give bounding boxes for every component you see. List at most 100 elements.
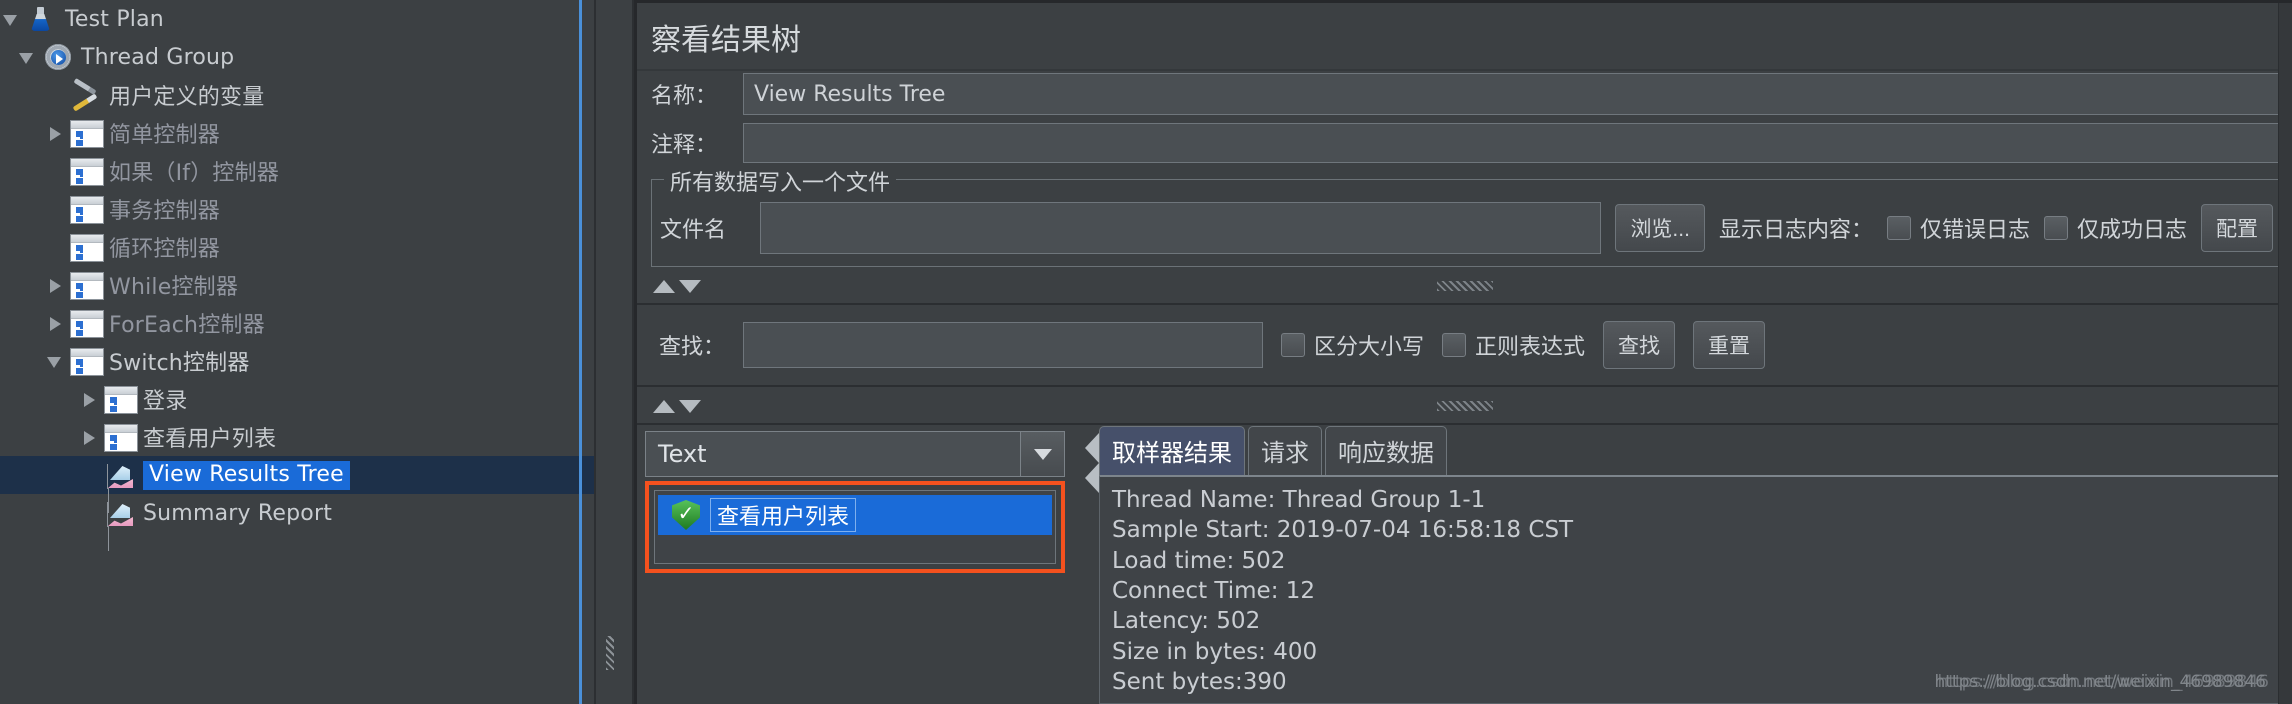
regex-checkbox[interactable] [1442,333,1467,357]
tree-node-5[interactable]: 事务控制器 [0,190,594,228]
tree-node-11[interactable]: 查看用户列表 [0,418,594,456]
comment-input[interactable] [743,123,2286,163]
configure-button[interactable]: 配置 [2201,204,2273,252]
result-tabs[interactable]: 取样器结果 请求 响应数据 [1099,426,2292,475]
tree-node-13[interactable]: Summary Report [0,494,594,532]
split-grip-dots-2[interactable] [1436,401,1493,411]
watermark: https://blog.csdn.net/weixin_46989846 ht… [1934,672,2269,692]
listener-icon [104,460,138,490]
chevron-right-icon[interactable] [44,114,70,152]
sampler-result-body[interactable]: Thread Name: Thread Group 1-1 Sample Star… [1099,475,2284,704]
twisty-spacer [44,228,70,266]
errors-only-checkbox[interactable] [1886,216,1911,240]
chevron-down-icon[interactable] [16,38,42,76]
collapse-up-icon[interactable] [653,279,675,293]
controller-icon [70,233,104,262]
results-tree-list[interactable]: 查看用户列表 [654,490,1056,564]
case-sensitive-checkbox[interactable] [1281,333,1306,357]
twisty-spacer [44,190,70,228]
reset-button[interactable]: 重置 [1693,321,1766,369]
split-grip-dots[interactable] [1436,281,1493,291]
collapse-down-icon-2[interactable] [679,399,701,413]
write-all-data-group-title: 所有数据写入一个文件 [664,165,897,197]
success-shield-icon [672,500,700,530]
case-sensitive-label: 区分大小写 [1314,335,1425,360]
chevron-right-icon[interactable] [78,380,104,418]
tree-node-label: Test Plan [65,6,164,32]
tree-node-label: 事务控制器 [109,199,221,224]
tab-0[interactable]: 取样器结果 [1099,426,1245,475]
browse-button[interactable]: 浏览... [1615,204,1705,252]
name-input[interactable]: View Results Tree [743,73,2286,115]
tree-node-3[interactable]: 简单控制器 [0,114,594,152]
tree-node-label: Summary Report [143,500,333,526]
controller-icon [70,119,104,148]
tree-node-6[interactable]: 循环控制器 [0,228,594,266]
filename-input[interactable] [760,202,1602,254]
chevron-down-icon[interactable] [44,342,70,380]
collapse-up-icon-2[interactable] [653,399,675,413]
tree-node-4[interactable]: 如果（If）控制器 [0,152,594,190]
split-grip-handle[interactable] [606,636,614,670]
tree-node-0[interactable]: Test Plan [0,0,594,38]
vertical-scrollbar[interactable] [2278,3,2292,704]
controller-icon [70,309,104,338]
results-list-column: Text 查看用户列表 [637,425,1099,704]
controller-icon [70,157,104,186]
success-only-label: 仅成功日志 [2076,218,2187,243]
lower-split-bar[interactable] [637,389,2292,423]
twisty-spacer [44,152,70,190]
search-input[interactable] [743,322,1264,368]
chevron-down-icon[interactable] [1020,432,1064,476]
result-list-item[interactable]: 查看用户列表 [658,495,1052,535]
chevron-down-icon[interactable] [0,0,26,38]
page-title: 察看结果树 [651,23,801,58]
find-button[interactable]: 查找 [1603,321,1676,369]
errors-only-label: 仅错误日志 [1919,218,2030,243]
comment-label: 注释： [651,133,718,158]
controller-icon [70,347,104,376]
tree-node-9[interactable]: Switch控制器 [0,342,594,380]
flask-icon [26,4,60,34]
vertical-split-divider[interactable] [594,0,634,704]
tree-node-label: Switch控制器 [109,351,250,376]
collapse-down-icon[interactable] [679,279,701,293]
tab-1[interactable]: 请求 [1248,426,1322,475]
errors-only-checkbox-row[interactable]: 仅错误日志 [1886,212,2030,244]
comment-row: 注释： [637,119,2292,169]
tree-node-7[interactable]: While控制器 [0,266,594,304]
view-results-tree-panel: 察看结果树 名称： View Results Tree 注释： 所有数据写入一个… [634,0,2292,704]
case-sensitive-row[interactable]: 区分大小写 [1281,329,1424,361]
chevron-right-icon[interactable] [44,266,70,304]
tree-node-1[interactable]: Thread Group [0,38,594,76]
listener-icon [104,498,138,528]
regex-row[interactable]: 正则表达式 [1442,329,1585,361]
test-plan-tree[interactable]: Test Plan Thread Group 用户定义的变量简单控制器如果（If）控… [0,0,594,704]
regex-label: 正则表达式 [1475,335,1586,360]
result-detail-column: 取样器结果 请求 响应数据 Thread Name: Thread Group 1-… [1077,425,2292,704]
sampler-result-line: Connect Time: 12 [1112,578,1316,605]
tree-node-8[interactable]: ForEach控制器 [0,304,594,342]
tab-2[interactable]: 响应数据 [1325,426,1447,475]
sampler-result-line: Latency: 502 [1112,608,1261,635]
success-only-checkbox-row[interactable]: 仅成功日志 [2043,212,2187,244]
tree-node-10[interactable]: 登录 [0,380,594,418]
success-only-checkbox[interactable] [2043,216,2068,240]
tree-node-12[interactable]: View Results Tree [0,456,594,494]
search-label: 查找： [659,335,726,360]
results-tree-highlight: 查看用户列表 [645,481,1065,573]
result-list-item-label: 查看用户列表 [710,498,857,532]
name-label: 名称： [651,84,718,109]
tree-node-label: 查看用户列表 [143,427,277,452]
tree-node-2[interactable]: 用户定义的变量 [0,76,594,114]
upper-split-bar[interactable] [637,269,2292,303]
controller-icon [104,385,138,414]
chevron-right-icon[interactable] [44,304,70,342]
controller-icon [104,423,138,452]
twisty-spacer [78,494,104,532]
tree-node-label: 简单控制器 [109,123,221,148]
renderer-dropdown[interactable]: Text [645,431,1065,477]
twisty-spacer [44,76,70,114]
chevron-right-icon[interactable] [78,418,104,456]
controller-icon [70,195,104,224]
